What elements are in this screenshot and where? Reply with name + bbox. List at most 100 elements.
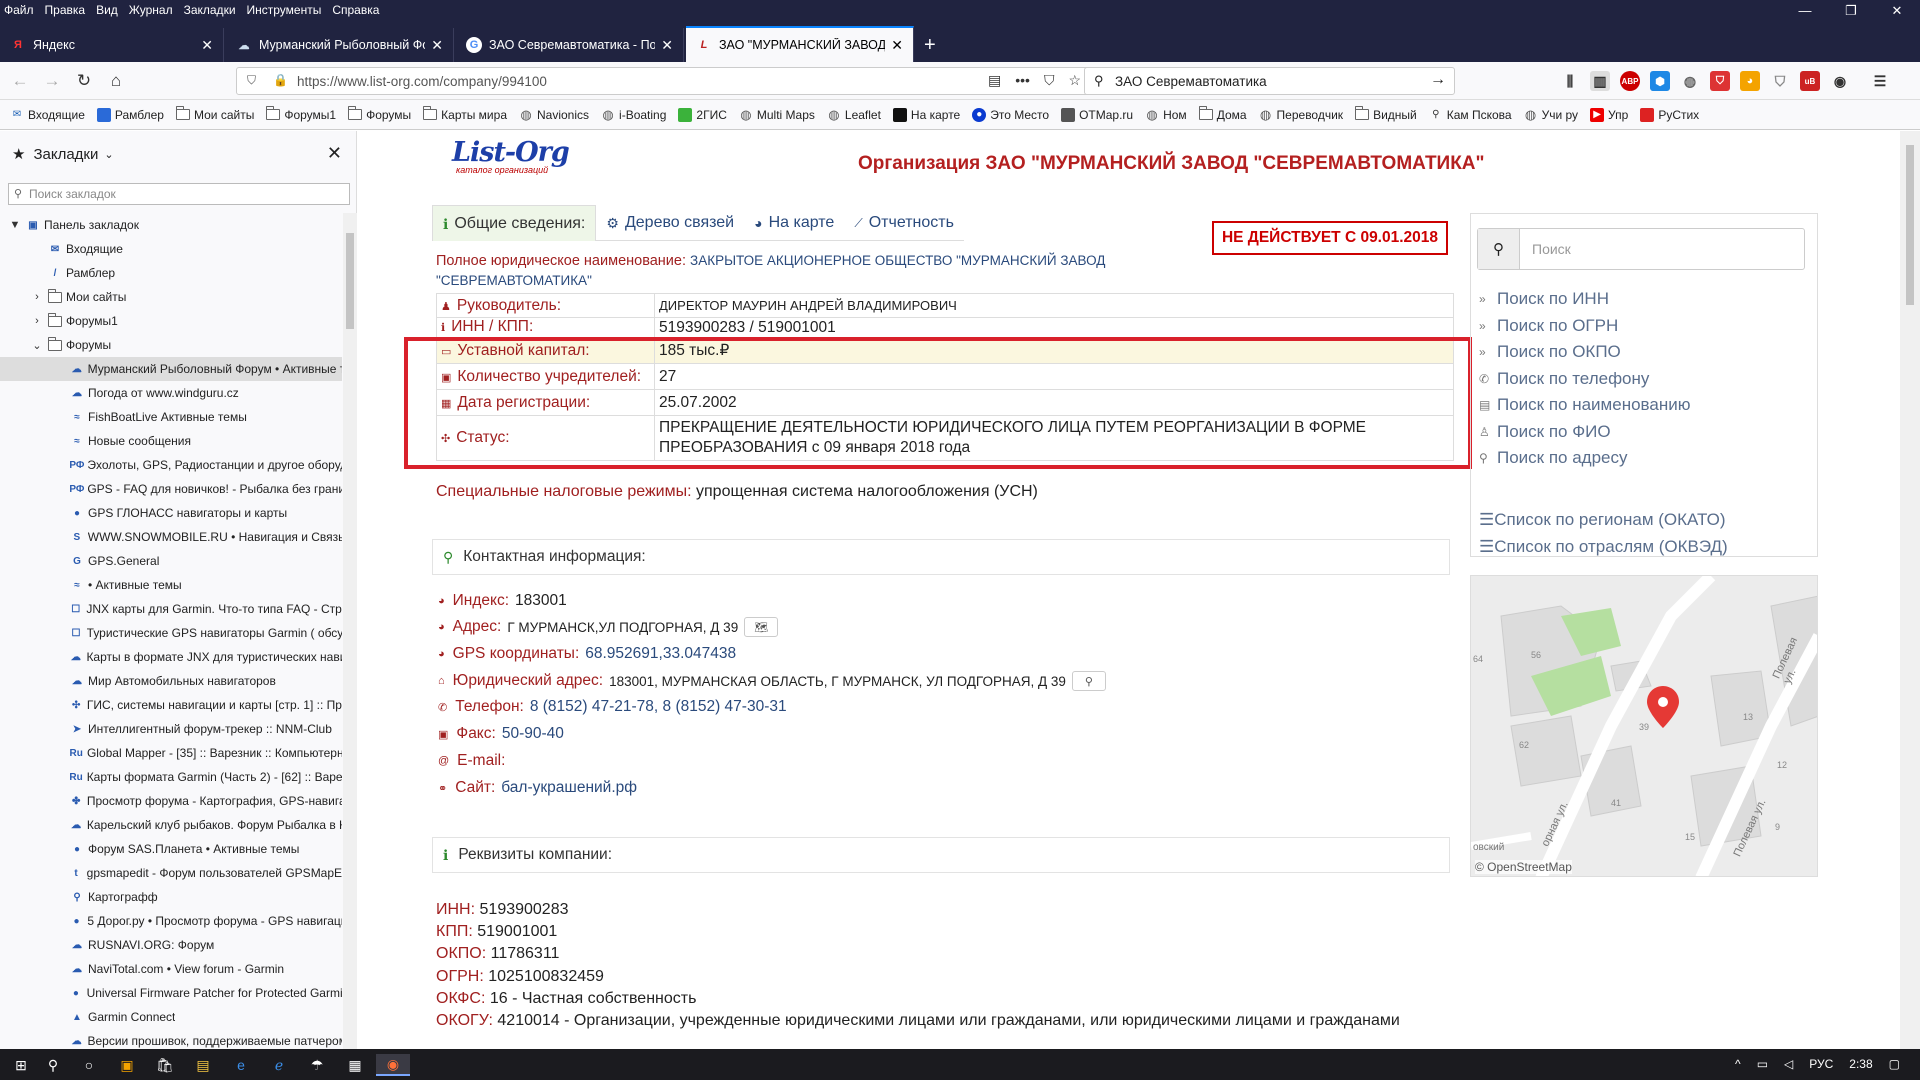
- site-search-input[interactable]: ⚲ Поиск: [1477, 228, 1805, 270]
- show-map-button[interactable]: 🗺: [744, 617, 779, 637]
- explorer-icon[interactable]: ▤: [192, 1054, 214, 1076]
- twisty-icon[interactable]: ›: [30, 315, 44, 327]
- tab-yandex[interactable]: Я Яндекс ✕: [0, 28, 224, 62]
- tab-list-org[interactable]: L ЗАО "МУРМАНСКИЙ ЗАВОД ✕: [686, 26, 914, 62]
- globe-extension-icon[interactable]: ◍: [1680, 71, 1700, 91]
- bookmark-item[interactable]: Рамблер: [96, 107, 164, 122]
- tree-item[interactable]: ≈ FishBoatLive Активные темы: [0, 405, 342, 429]
- close-tab-icon[interactable]: ✕: [891, 37, 903, 54]
- search-link[interactable]: ▤ Поиск по наименованию: [1479, 392, 1690, 419]
- store-icon[interactable]: 🛍: [154, 1054, 176, 1076]
- tree-item[interactable]: ☁ Мир Автомобильных навигаторов: [0, 669, 342, 693]
- close-tab-icon[interactable]: ✕: [661, 37, 673, 54]
- tree-item[interactable]: ● GPS ГЛОНАСС навигаторы и карты: [0, 501, 342, 525]
- bookmark-item[interactable]: Карты мира: [423, 106, 507, 122]
- bookmark-item[interactable]: ◍ Ном: [1145, 107, 1186, 122]
- windows-start-icon[interactable]: ⊞: [10, 1054, 32, 1076]
- minimize-button[interactable]: —: [1782, 0, 1828, 22]
- tree-item[interactable]: РФ Эхолоты, GPS, Радиостанции и другое об…: [0, 453, 342, 477]
- sidebar-toggle-icon[interactable]: ▥: [1590, 71, 1610, 91]
- tree-item[interactable]: ⌄ Форумы: [0, 333, 342, 357]
- maximize-button[interactable]: ❐: [1828, 0, 1874, 22]
- shield-icon[interactable]: ⛉: [247, 73, 256, 88]
- edge-icon[interactable]: e: [230, 1054, 252, 1076]
- menu-item[interactable]: Закладки: [184, 3, 236, 17]
- tab-reports[interactable]: ⟋ Отчетность: [844, 205, 964, 241]
- bookmark-item[interactable]: ⚲ Кам Пскова: [1429, 108, 1512, 122]
- ie-icon[interactable]: ℯ: [268, 1054, 290, 1076]
- tree-item[interactable]: ☁ Карельский клуб рыбаков. Форум Рыбалка …: [0, 813, 342, 837]
- search-link[interactable]: ⚲ Поиск по адресу: [1479, 445, 1690, 472]
- tray-chevron-icon[interactable]: ^: [1735, 1057, 1741, 1071]
- tree-item[interactable]: ✣ ГИС, системы навигации и карты [стр. 1]…: [0, 693, 342, 717]
- lock-icon[interactable]: 🔒: [273, 73, 288, 87]
- menu-icon[interactable]: ☰: [1870, 71, 1890, 91]
- search-go-icon[interactable]: →: [1430, 71, 1446, 89]
- tree-item[interactable]: ➤ Интеллигентный форум-трекер :: NNM-Club: [0, 717, 342, 741]
- new-tab-button[interactable]: +: [924, 28, 936, 62]
- menu-item[interactable]: Вид: [96, 3, 118, 17]
- menu-item[interactable]: Справка: [332, 3, 379, 17]
- bookmark-item[interactable]: ◍ i-Boating: [601, 107, 666, 122]
- color-extension-icon[interactable]: ◕: [1740, 71, 1760, 91]
- media-icon[interactable]: ▣: [116, 1054, 138, 1076]
- ublock-icon[interactable]: uB: [1800, 71, 1820, 91]
- bookmark-star-icon[interactable]: ☆: [1068, 72, 1081, 89]
- home-icon[interactable]: ⌂: [104, 69, 128, 93]
- search-link[interactable]: ☰ Список по отраслям (ОКВЭД): [1479, 533, 1728, 560]
- pocket-icon[interactable]: ⛉: [1044, 72, 1055, 89]
- bookmark-item[interactable]: Мои сайты: [175, 106, 254, 122]
- tree-item[interactable]: ☁ RUSNAVI.ORG: Форум: [0, 933, 342, 957]
- tree-item[interactable]: › Форумы1: [0, 309, 342, 333]
- gps-link[interactable]: 68.952691,33.047438: [585, 645, 736, 663]
- back-icon[interactable]: ←: [8, 69, 32, 93]
- volume-icon[interactable]: ◁: [1784, 1057, 1793, 1071]
- task-view-icon[interactable]: ○: [78, 1054, 100, 1076]
- search-link[interactable]: » Поиск по ОГРН: [1479, 313, 1690, 340]
- tree-item[interactable]: › Мои сайты: [0, 285, 342, 309]
- bookmark-item[interactable]: ◍ Multi Maps: [739, 107, 815, 122]
- tree-item[interactable]: ≈ • Активные темы: [0, 573, 342, 597]
- tree-item[interactable]: РФ GPS - FAQ для новичков! - Рыбалка без …: [0, 477, 342, 501]
- search-link[interactable]: ☰ Список по регионам (ОКАТО): [1479, 506, 1728, 533]
- tree-item[interactable]: Ru Global Mapper - [35] :: Варезник :: Ко…: [0, 741, 342, 765]
- privacy-icon[interactable]: ⛉: [1770, 71, 1790, 91]
- tab-google-search[interactable]: G ЗАО Севремавтоматика - Пои ✕: [456, 28, 684, 62]
- close-sidebar-icon[interactable]: ✕: [327, 143, 342, 164]
- bookmark-item[interactable]: Дома: [1198, 106, 1247, 122]
- fax-value[interactable]: 50-90-40: [502, 725, 564, 743]
- tree-item[interactable]: / Рамблер: [0, 261, 342, 285]
- tree-item[interactable]: ☁ Версии прошивок, поддерживаемые патчеро…: [0, 1029, 342, 1049]
- close-window-button[interactable]: ✕: [1874, 0, 1920, 22]
- bookmark-item[interactable]: ◍ Учи ру: [1524, 107, 1578, 122]
- bookmark-search-input[interactable]: ⚲ Поиск закладок: [8, 183, 350, 205]
- tree-item[interactable]: ▲ Garmin Connect: [0, 1005, 342, 1029]
- phone-link[interactable]: 8 (8152) 47-21-78, 8 (8152) 47-30-31: [530, 698, 787, 716]
- tree-item[interactable]: ☁ Мурманский Рыболовный Форум • Активные …: [0, 357, 342, 381]
- url-text[interactable]: https://www.list-org.com/company/994100: [297, 74, 547, 89]
- page-actions-icon[interactable]: •••: [1015, 72, 1030, 89]
- notifications-icon[interactable]: ▢: [1889, 1057, 1900, 1071]
- bookmark-item[interactable]: ◍ Leaflet: [827, 107, 881, 122]
- bookmark-item[interactable]: 2ГИС: [678, 107, 727, 122]
- search-address-button[interactable]: ⚲: [1071, 671, 1106, 691]
- library-icon[interactable]: ⫼: [1560, 71, 1580, 91]
- tree-item[interactable]: S WWW.SNOWMOBILE.RU • Навигация и Связь: [0, 525, 342, 549]
- close-tab-icon[interactable]: ✕: [431, 37, 443, 54]
- close-tab-icon[interactable]: ✕: [201, 37, 213, 54]
- search-input[interactable]: ЗАО Севремавтоматика: [1115, 74, 1267, 89]
- tree-item[interactable]: ⚲ Картографф: [0, 885, 342, 909]
- tree-item[interactable]: ☐ JNX карты для Garmin. Что-то типа FAQ -…: [0, 597, 342, 621]
- tab-relations-tree[interactable]: ⚙ Дерево связей: [596, 205, 744, 241]
- account-icon[interactable]: ◉: [1830, 71, 1850, 91]
- tree-item[interactable]: Ru Карты формата Garmin (Часть 2) - [62] …: [0, 765, 342, 789]
- menu-item[interactable]: Инструменты: [247, 3, 322, 17]
- search-link[interactable]: » Поиск по ИНН: [1479, 286, 1690, 313]
- tree-item[interactable]: ☁ NaviTotal.com • View forum - Garmin: [0, 957, 342, 981]
- list-org-logo[interactable]: List-Org каталог организаций: [452, 137, 572, 187]
- tab-on-map[interactable]: ◕ На карте: [744, 205, 844, 241]
- sidebar-header[interactable]: ★ Закладки ⌄: [12, 145, 114, 164]
- bookmark-item[interactable]: OTMap.ru: [1061, 107, 1133, 122]
- search-link[interactable]: » Поиск по ОКПО: [1479, 339, 1690, 366]
- bookmark-item[interactable]: ✉ Входящие: [10, 108, 85, 122]
